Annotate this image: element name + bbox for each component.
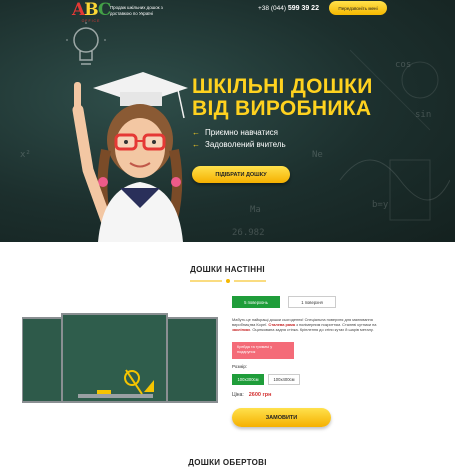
desc-highlight: закліпках [232, 327, 251, 332]
arrow-right-icon: ← [192, 140, 200, 149]
wall-board-image [22, 313, 218, 403]
chalk-drawings [339, 49, 450, 221]
girl-with-glasses-image [72, 72, 188, 242]
size-option-100x300[interactable]: 100х300см [232, 374, 264, 385]
phone-number: 599 39 22 [287, 5, 319, 12]
hero-title-line2: ВІД ВИРОБНИКА [192, 97, 372, 120]
size-option-100x400[interactable]: 100х400см [268, 374, 300, 385]
price-value: 2600 грн [248, 392, 272, 398]
hero-bullet: ← Задоволений вчитель [192, 139, 286, 151]
product-description: Мабуть це найкращі дошки сьогодення! Спе… [232, 317, 392, 332]
price: Ціна: 2600 грн [232, 392, 272, 398]
arrow-right-icon: ← [192, 128, 200, 137]
hero-bullet-text: Приємно навчатися [205, 128, 279, 137]
abc-office-logo[interactable]: ABC OFFICE [72, 0, 111, 24]
hero-bullet: ← Приємно навчатися [192, 127, 286, 139]
header-tagline: Продаж шкільних дошок з доставкою по Укр… [110, 5, 163, 16]
price-label: Ціна: [232, 392, 244, 398]
size-options: 100х300см 100х400см [232, 374, 300, 385]
chalk-text: x² [20, 150, 31, 160]
hero-bullet-text: Задоволений вчитель [205, 140, 286, 149]
hero-section: cos sin Ne 26.982 Ma b=y x² ABC OFFICE П… [0, 0, 455, 242]
hero-title-line1: ШКІЛЬНІ ДОШКИ [192, 75, 373, 98]
tab-1-surface[interactable]: 1 поверхня [288, 296, 336, 308]
tab-5-surfaces[interactable]: 5 поверхонь [232, 296, 280, 308]
size-label: Розмір: [232, 364, 248, 369]
surface-tabs: 5 поверхонь 1 поверхня [232, 296, 336, 308]
header-phone[interactable]: +38 (044) 599 39 22 [258, 5, 319, 12]
phone-prefix: +38 (044) [258, 5, 287, 12]
hero-title: ШКІЛЬНІ ДОШКИ ВІД ВИРОБНИКА [192, 76, 373, 120]
lightbulb-icon [66, 22, 106, 65]
order-button[interactable]: ЗАМОВИТИ [232, 408, 331, 427]
hero-bullets: ← Приємно навчатися ← Задоволений вчитель [192, 127, 286, 151]
callback-button[interactable]: Передзвоніть мені [329, 1, 387, 15]
pick-board-button[interactable]: ПІДІБРАТИ ДОШКУ [192, 166, 290, 183]
chalk-text: Ne [312, 150, 323, 160]
section-title-wall-boards: ДОШКИ НАСТІННІ [190, 265, 265, 274]
title-divider [190, 279, 266, 283]
section-title-rotating-boards: ДОШКИ ОБЕРТОВІ [188, 458, 267, 467]
desc-text: . Оцинкована задня стінка. Кріплення до … [250, 327, 374, 332]
gift-badge: Крейда та тримачі у подарунок [232, 342, 294, 359]
logo-letters: ABC [72, 0, 111, 20]
chalk-text: Ma [250, 205, 261, 215]
chalk-text: 26.982 [232, 228, 265, 238]
